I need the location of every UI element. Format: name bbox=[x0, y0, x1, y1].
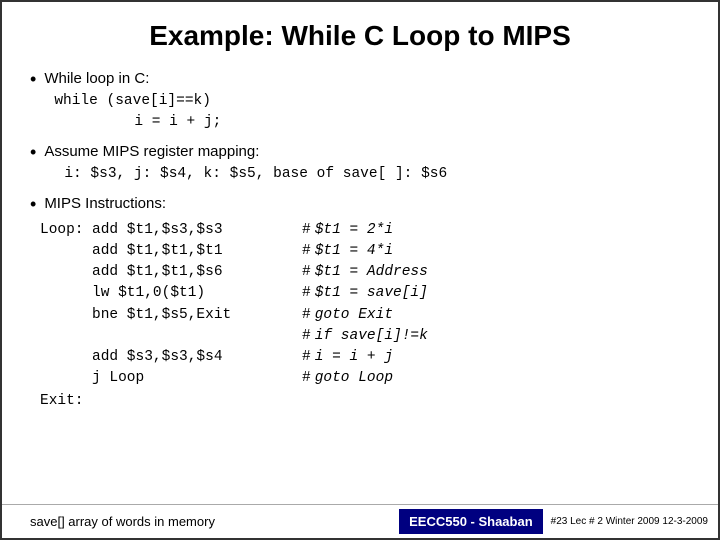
while-code: while (save[i]==k) i = i + j; bbox=[54, 91, 221, 133]
bullet-1: • While loop in C: while (save[i]==k) i … bbox=[30, 68, 690, 133]
mips-comment-3: $t1 = Address bbox=[315, 262, 428, 283]
mips-instr-1: add $t1,$s3,$s3 bbox=[92, 220, 302, 241]
mips-comment-2: $t1 = 4*i bbox=[315, 241, 393, 262]
mips-comment-7: i = i + j bbox=[315, 347, 393, 368]
bullet-3: • MIPS Instructions: bbox=[30, 193, 690, 216]
mips-instr-4: lw $t1,0($t1) bbox=[92, 283, 302, 304]
mips-instructions-block: Loop: add $t1,$s3,$s3 # $t1 = 2*i add $t… bbox=[40, 220, 690, 408]
mips-instr-3: add $t1,$t1,$s6 bbox=[92, 262, 302, 283]
exit-label: Exit: bbox=[40, 393, 690, 409]
footer-sub-text: #23 Lec # 2 Winter 2009 12-3-2009 bbox=[551, 516, 708, 527]
mips-hash-2: # bbox=[302, 241, 311, 262]
bullet-2: • Assume MIPS register mapping: i: $s3, … bbox=[30, 141, 690, 185]
mips-instr-2: add $t1,$t1,$t1 bbox=[92, 241, 302, 262]
bullet-dot-3: • bbox=[30, 193, 36, 216]
mips-hash-6: # bbox=[302, 326, 311, 347]
mips-row-3: add $t1,$t1,$s6 # $t1 = Address bbox=[40, 262, 690, 283]
slide-title: Example: While C Loop to MIPS bbox=[30, 20, 690, 52]
mips-row-5: bne $t1,$s5,Exit # goto Exit bbox=[40, 305, 690, 326]
bullet-2-label: Assume MIPS register mapping: bbox=[44, 143, 259, 160]
bullet-dot-1: • bbox=[30, 68, 36, 91]
mips-label-loop: Loop: bbox=[40, 220, 92, 241]
mips-hash-3: # bbox=[302, 262, 311, 283]
while-line-2: i = i + j; bbox=[134, 112, 221, 133]
bullet-1-text: While loop in C: while (save[i]==k) i = … bbox=[44, 68, 221, 133]
content-area: • While loop in C: while (save[i]==k) i … bbox=[30, 68, 690, 409]
mips-row-7: add $s3,$s3,$s4 # i = i + j bbox=[40, 347, 690, 368]
while-line-1: while (save[i]==k) bbox=[54, 91, 221, 112]
slide: Example: While C Loop to MIPS • While lo… bbox=[0, 0, 720, 540]
mips-hash-5: # bbox=[302, 305, 311, 326]
mips-comment-5: goto Exit bbox=[315, 305, 393, 326]
mips-instr-5: bne $t1,$s5,Exit bbox=[92, 305, 302, 326]
mips-hash-4: # bbox=[302, 283, 311, 304]
mips-comment-8: goto Loop bbox=[315, 368, 393, 389]
mips-hash-7: # bbox=[302, 347, 311, 368]
footer-right-area: EECC550 - Shaaban #23 Lec # 2 Winter 200… bbox=[399, 509, 708, 534]
footer-left-text: save[] array of words in memory bbox=[30, 514, 215, 529]
footer-bar: save[] array of words in memory EECC550 … bbox=[2, 504, 718, 538]
mips-comment-6: if save[i]!=k bbox=[315, 326, 428, 347]
mips-comment-4: $t1 = save[i] bbox=[315, 283, 428, 304]
mips-comment-1: $t1 = 2*i bbox=[315, 220, 393, 241]
footer-brand-box: EECC550 - Shaaban bbox=[399, 509, 543, 534]
mips-row-2: add $t1,$t1,$t1 # $t1 = 4*i bbox=[40, 241, 690, 262]
mips-hash-1: # bbox=[302, 220, 311, 241]
bullet-2-text: Assume MIPS register mapping: i: $s3, j:… bbox=[44, 141, 447, 185]
mips-instr-7: add $s3,$s3,$s4 bbox=[92, 347, 302, 368]
mips-instr-8: j Loop bbox=[92, 368, 302, 389]
bullet-1-label: While loop in C: bbox=[44, 70, 149, 87]
bullet-3-text: MIPS Instructions: bbox=[44, 193, 166, 214]
mips-row-1: Loop: add $t1,$s3,$s3 # $t1 = 2*i bbox=[40, 220, 690, 241]
mips-row-6: # if save[i]!=k bbox=[40, 326, 690, 347]
mips-row-4: lw $t1,0($t1) # $t1 = save[i] bbox=[40, 283, 690, 304]
mips-row-8: j Loop # goto Loop bbox=[40, 368, 690, 389]
register-mapping: i: $s3, j: $s4, k: $s5, base of save[ ]:… bbox=[64, 164, 447, 185]
bullet-dot-2: • bbox=[30, 141, 36, 164]
bullet-3-label: MIPS Instructions: bbox=[44, 195, 166, 212]
mips-hash-8: # bbox=[302, 368, 311, 389]
